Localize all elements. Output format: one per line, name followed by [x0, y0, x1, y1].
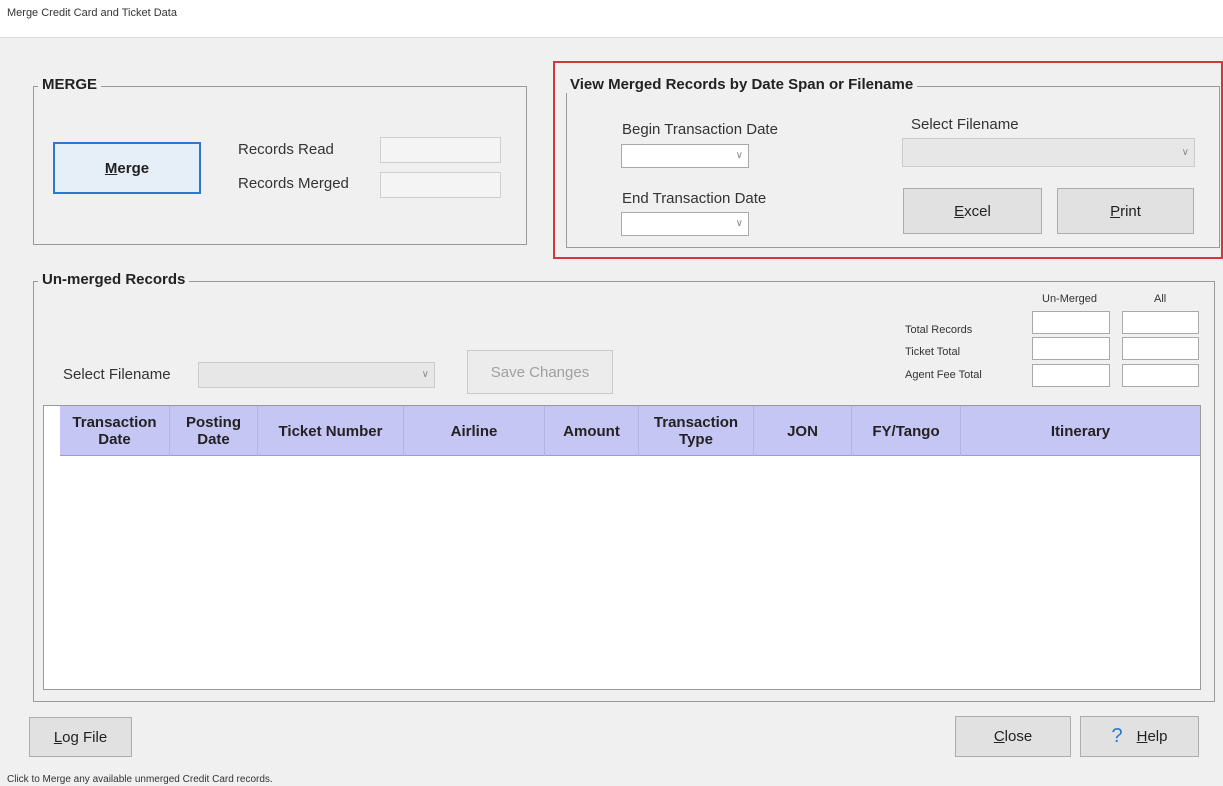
column-header-amount[interactable]: Amount [545, 406, 639, 456]
help-question-icon: ? [1111, 725, 1123, 747]
records-read-label: Records Read [238, 141, 334, 158]
begin-date-picker[interactable]: ∨ [621, 144, 749, 168]
agent-fee-total-label: Agent Fee Total [905, 369, 982, 381]
save-changes-button[interactable]: Save Changes [467, 350, 613, 394]
grid-header: Transaction Date Posting Date Ticket Numbe… [60, 406, 1200, 456]
close-button[interactable]: Close [955, 716, 1071, 757]
merge-group-title: MERGE [38, 76, 102, 93]
excel-button[interactable]: Excel [903, 188, 1042, 234]
chevron-down-icon: ∨ [421, 368, 429, 380]
merge-button-mnemonic: M [104, 159, 118, 177]
column-header-fy-tango[interactable]: FY/Tango [852, 406, 961, 456]
ticket-total-all [1122, 337, 1199, 360]
chevron-down-icon: ∨ [735, 149, 743, 161]
view-select-filename-combo[interactable]: ∨ [902, 138, 1195, 167]
chevron-down-icon: ∨ [1181, 146, 1189, 158]
ticket-total-label: Ticket Total [905, 346, 961, 358]
records-merged-label: Records Merged [238, 175, 349, 192]
records-read-field [380, 137, 501, 163]
column-header-jon[interactable]: JON [754, 406, 852, 456]
begin-date-label: Begin Transaction Date [622, 121, 778, 138]
column-header-transaction-date[interactable]: Transaction Date [60, 406, 170, 456]
totals-unmerged-header: Un-Merged [1042, 293, 1098, 305]
window-title: Merge Credit Card and Ticket Data [7, 7, 177, 19]
column-header-ticket-number[interactable]: Ticket Number [258, 406, 404, 456]
status-bar: Click to Merge any available unmerged Cr… [0, 774, 1223, 786]
agent-fee-total-unmerged [1032, 364, 1110, 387]
agent-fee-total-all [1122, 364, 1199, 387]
help-button[interactable]: ? Help [1080, 716, 1199, 757]
merge-button[interactable]: Merge [53, 142, 201, 194]
unmerged-records-grid[interactable]: Transaction Date Posting Date Ticket Numbe… [43, 405, 1201, 690]
status-text: Click to Merge any available unmerged Cr… [7, 774, 273, 785]
ticket-total-unmerged [1032, 337, 1110, 360]
column-header-airline[interactable]: Airline [404, 406, 545, 456]
unmerged-select-filename-label: Select Filename [63, 366, 171, 383]
chevron-down-icon: ∨ [735, 217, 743, 229]
totals-all-header: All [1154, 293, 1167, 305]
title-bar: Merge Credit Card and Ticket Data [0, 0, 1223, 38]
view-select-filename-label: Select Filename [911, 116, 1019, 133]
main-window: Merge Credit Card and Ticket Data MERGE … [0, 0, 1223, 786]
total-records-label: Total Records [905, 324, 973, 336]
total-records-all [1122, 311, 1199, 334]
column-header-posting-date[interactable]: Posting Date [170, 406, 258, 456]
merge-button-label: erge [117, 159, 150, 177]
end-date-label: End Transaction Date [622, 190, 767, 207]
unmerged-group-title: Un-merged Records [38, 271, 190, 288]
unmerged-select-filename-combo[interactable]: ∨ [198, 362, 435, 388]
column-header-transaction-type[interactable]: Transaction Type [639, 406, 754, 456]
total-records-unmerged [1032, 311, 1110, 334]
records-merged-field [380, 172, 501, 198]
view-merged-group-title: View Merged Records by Date Span or File… [566, 76, 918, 93]
print-button[interactable]: Print [1057, 188, 1194, 234]
end-date-picker[interactable]: ∨ [621, 212, 749, 236]
column-header-itinerary[interactable]: Itinerary [961, 406, 1200, 456]
log-file-button[interactable]: Log File [29, 717, 132, 757]
